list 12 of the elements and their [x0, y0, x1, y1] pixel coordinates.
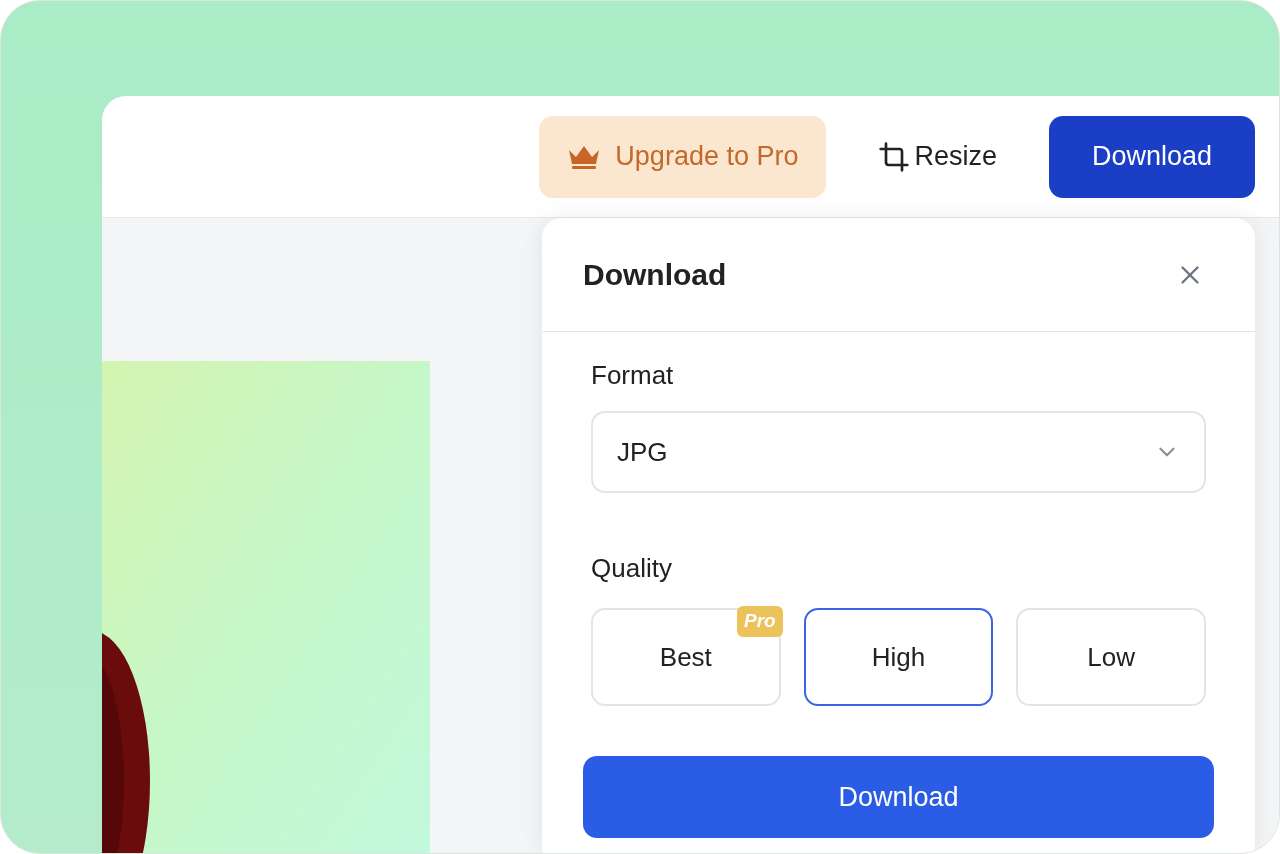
- quality-option[interactable]: High: [803, 608, 994, 706]
- crop-icon: [878, 140, 911, 173]
- submit-download-button[interactable]: Download: [583, 756, 1214, 838]
- quality-option[interactable]: Low: [1016, 608, 1206, 706]
- quality-label: Quality: [591, 552, 673, 585]
- download-button[interactable]: Download: [1049, 115, 1255, 198]
- format-label: Format: [591, 359, 675, 392]
- pro-badge: Pro: [736, 606, 783, 637]
- panel-title: Download: [583, 257, 727, 293]
- quality-option[interactable]: Best Pro: [591, 608, 781, 706]
- format-select[interactable]: JPG: [591, 411, 1206, 493]
- resize-button[interactable]: Resize: [850, 115, 1025, 198]
